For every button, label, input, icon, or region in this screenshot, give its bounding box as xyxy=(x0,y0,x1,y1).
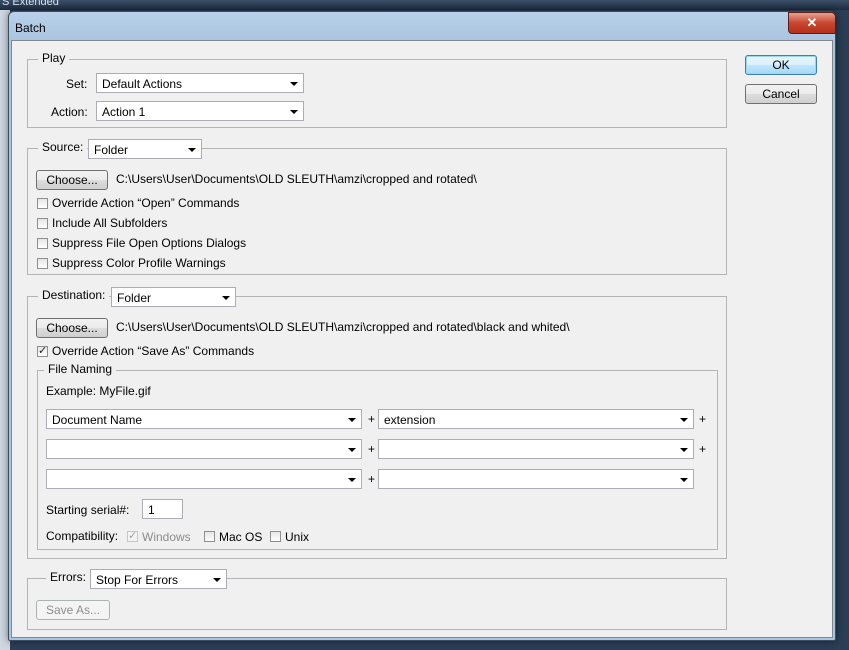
compat-windows-checkbox[interactable]: ✓ xyxy=(127,529,138,542)
file-naming-example: Example: MyFile.gif xyxy=(46,384,151,398)
file-naming-group: File Naming Example: MyFile.gif Document… xyxy=(37,362,718,550)
compat-unix-label: Unix xyxy=(285,530,310,544)
plus-separator: + xyxy=(368,412,376,426)
ok-button[interactable]: OK xyxy=(745,55,817,75)
destination-label: Destination: xyxy=(38,288,110,302)
chevron-down-icon xyxy=(222,296,230,300)
chevron-down-icon xyxy=(188,148,196,152)
save-as-button[interactable]: Save As... xyxy=(36,600,110,620)
destination-path: C:\Users\User\Documents\OLD SLEUTH\amzi\… xyxy=(116,320,570,334)
action-value: Action 1 xyxy=(102,105,146,119)
compat-windows-label: Windows xyxy=(142,530,191,544)
dialog-client-area: OK Cancel Play Set: Default Actions Acti… xyxy=(11,40,833,638)
source-choose-button[interactable]: Choose... xyxy=(36,170,108,190)
check-icon: ✓ xyxy=(38,344,48,357)
play-legend: Play xyxy=(38,51,70,65)
chevron-down-icon xyxy=(348,448,356,452)
errors-label: Errors: xyxy=(46,570,90,584)
starting-serial-value: 1 xyxy=(148,503,155,517)
suppress-color-profile-checkbox[interactable] xyxy=(37,258,48,269)
compat-unix-checkbox[interactable] xyxy=(270,531,281,542)
close-button[interactable]: ✕ xyxy=(788,12,836,34)
compatibility-label: Compatibility: xyxy=(46,529,119,543)
destination-group: Destination: Folder Choose... C:\Users\U… xyxy=(27,287,727,559)
chevron-down-icon xyxy=(348,478,356,482)
set-value: Default Actions xyxy=(102,77,183,91)
include-subfolders-checkbox[interactable] xyxy=(37,218,48,229)
override-save-as-label: Override Action “Save As” Commands xyxy=(52,344,255,358)
source-path: C:\Users\User\Documents\OLD SLEUTH\amzi\… xyxy=(116,172,477,186)
check-icon: ✓ xyxy=(128,529,138,542)
compat-macos-checkbox[interactable] xyxy=(204,531,215,542)
chevron-down-icon xyxy=(290,82,298,86)
override-open-checkbox[interactable] xyxy=(37,198,48,209)
source-dropdown[interactable]: Folder xyxy=(88,139,202,159)
action-dropdown[interactable]: Action 1 xyxy=(96,101,304,121)
destination-dropdown[interactable]: Folder xyxy=(111,287,236,307)
background-app-title: S Extended xyxy=(2,0,59,8)
override-open-label: Override Action “Open” Commands xyxy=(52,196,240,210)
naming-row1-left-dropdown[interactable]: Document Name xyxy=(46,409,362,429)
file-naming-legend: File Naming xyxy=(44,362,117,376)
override-save-as-checkbox[interactable]: ✓ xyxy=(37,344,48,357)
suppress-open-options-checkbox[interactable] xyxy=(37,238,48,249)
plus-separator: + xyxy=(699,442,707,456)
starting-serial-input[interactable]: 1 xyxy=(142,499,183,519)
starting-serial-label: Starting serial#: xyxy=(46,503,130,517)
plus-separator: + xyxy=(368,472,376,486)
errors-group: Errors: Stop For Errors Save As... xyxy=(27,569,727,630)
naming-row1-left-value: Document Name xyxy=(52,413,143,427)
source-group: Source: Folder Choose... C:\Users\User\D… xyxy=(27,139,727,275)
chevron-down-icon xyxy=(213,578,221,582)
chevron-down-icon xyxy=(348,418,356,422)
source-value: Folder xyxy=(94,143,129,157)
close-icon: ✕ xyxy=(806,15,818,30)
destination-choose-button[interactable]: Choose... xyxy=(36,318,108,338)
destination-value: Folder xyxy=(117,291,152,305)
chevron-down-icon xyxy=(680,478,688,482)
set-label: Set: xyxy=(66,77,88,91)
background-app-menubar: S Extended xyxy=(0,0,849,10)
suppress-open-options-label: Suppress File Open Options Dialogs xyxy=(52,236,247,250)
naming-row3-left-dropdown[interactable] xyxy=(46,469,362,489)
plus-separator: + xyxy=(699,412,707,426)
naming-row2-left-dropdown[interactable] xyxy=(46,439,362,459)
chevron-down-icon xyxy=(290,110,298,114)
source-label: Source: xyxy=(38,140,88,154)
batch-dialog: Batch ✕ OK Cancel Play Set: Default Acti… xyxy=(8,11,836,641)
chevron-down-icon xyxy=(680,418,688,422)
chevron-down-icon xyxy=(680,448,688,452)
errors-value: Stop For Errors xyxy=(96,573,179,587)
cancel-button[interactable]: Cancel xyxy=(745,84,817,104)
naming-row3-right-dropdown[interactable] xyxy=(378,469,694,489)
suppress-color-profile-label: Suppress Color Profile Warnings xyxy=(52,256,226,270)
action-label: Action: xyxy=(51,105,88,119)
compat-macos-label: Mac OS xyxy=(219,530,263,544)
set-dropdown[interactable]: Default Actions xyxy=(96,73,304,93)
plus-separator: + xyxy=(368,442,376,456)
naming-row2-right-dropdown[interactable] xyxy=(378,439,694,459)
dialog-title: Batch xyxy=(15,21,46,35)
naming-row1-right-value: extension xyxy=(384,413,436,427)
play-group: Play Set: Default Actions Action: Action… xyxy=(27,51,727,128)
include-subfolders-label: Include All Subfolders xyxy=(52,216,168,230)
naming-row1-right-dropdown[interactable]: extension xyxy=(378,409,694,429)
errors-dropdown[interactable]: Stop For Errors xyxy=(90,569,227,589)
